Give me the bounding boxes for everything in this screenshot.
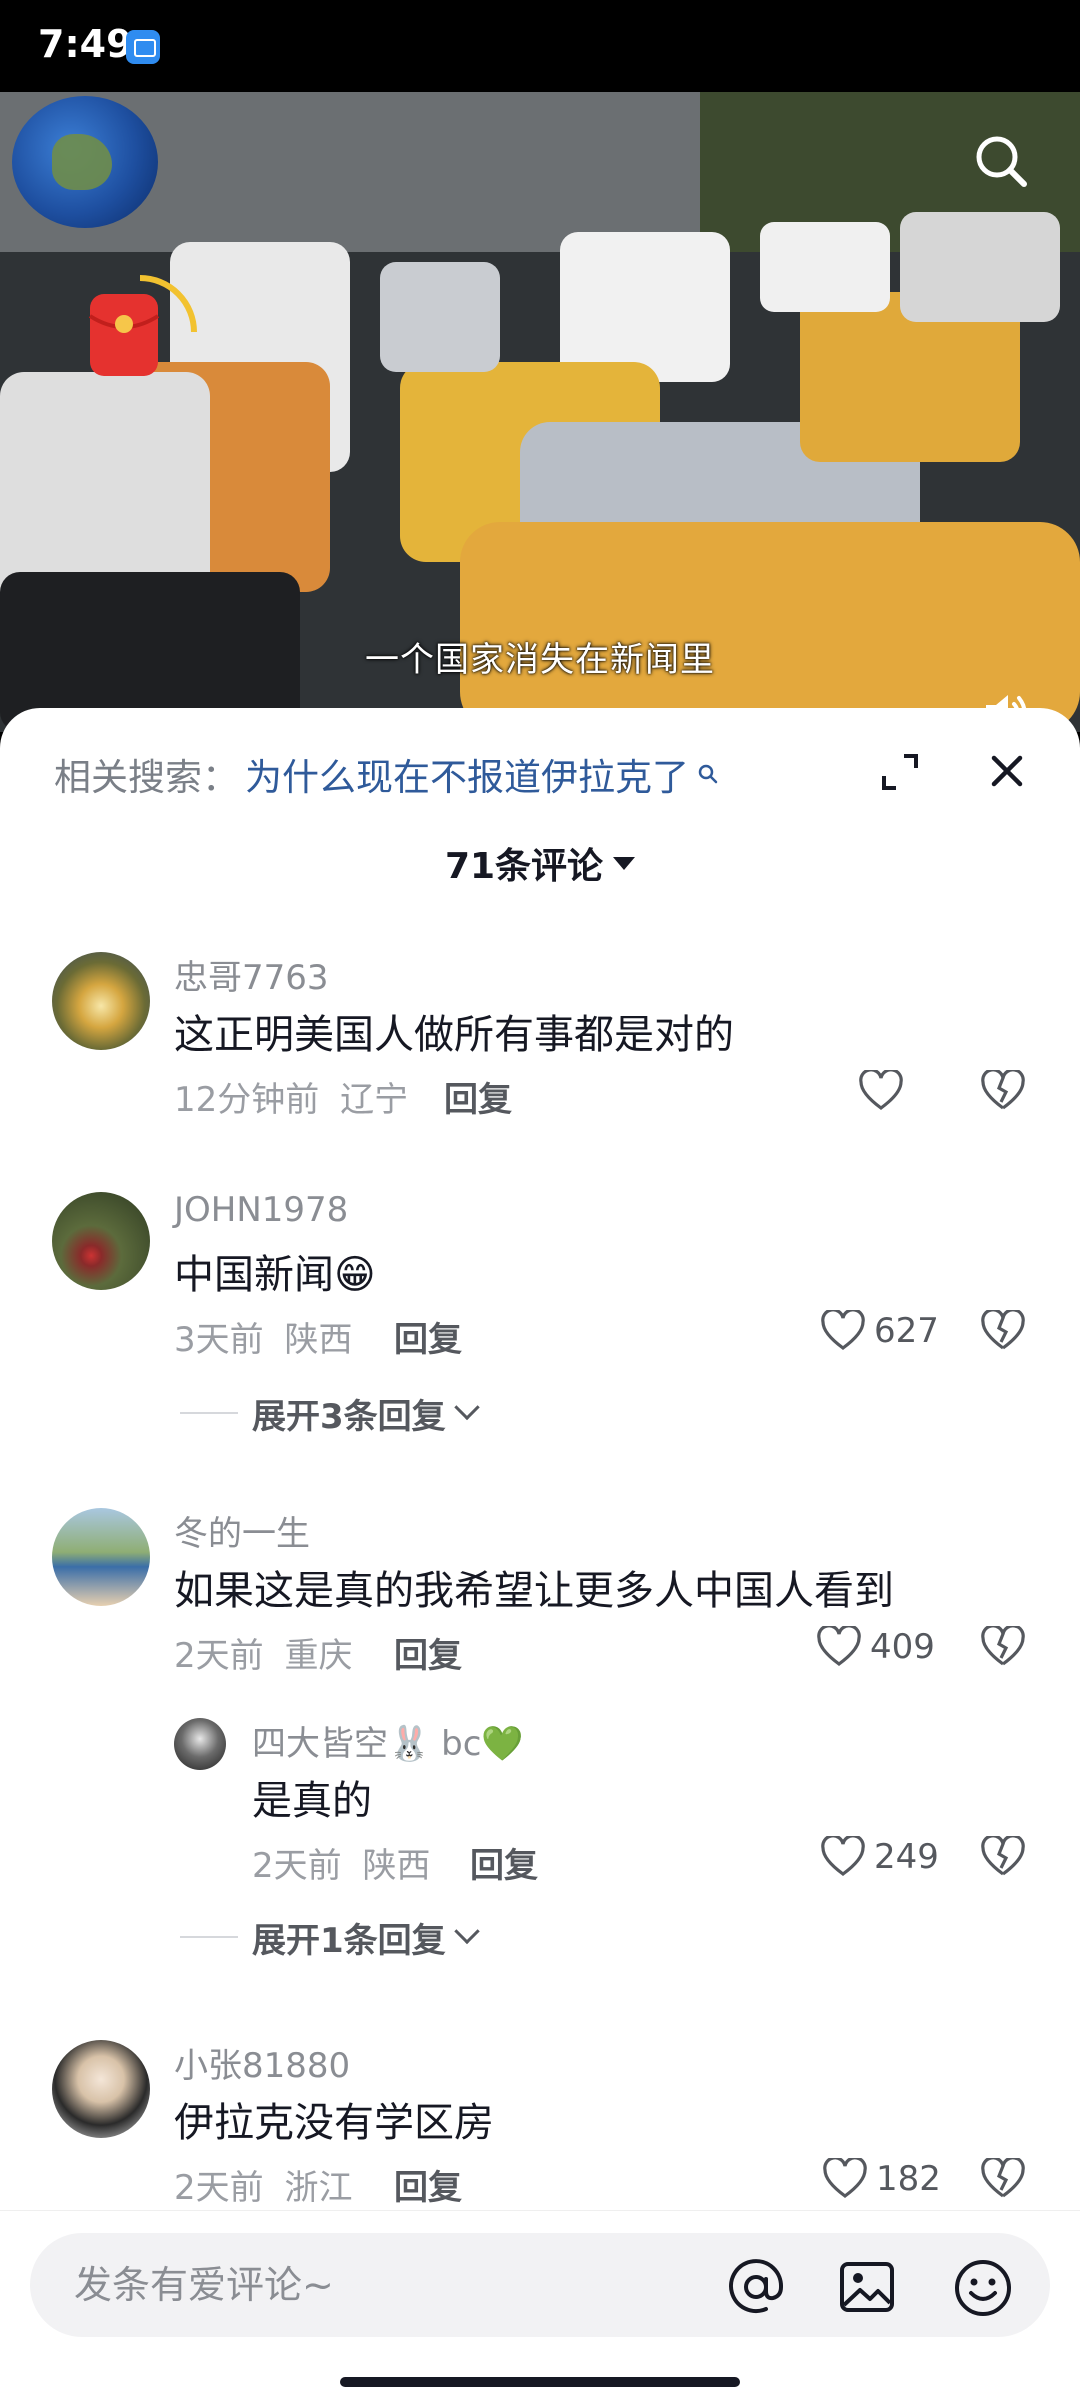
divider (180, 1936, 238, 1938)
red-packet-icon[interactable] (80, 272, 200, 392)
comment-meta: 12分钟前 辽宁 (174, 1072, 408, 1121)
at-mention-icon[interactable] (726, 2259, 786, 2315)
reply-button[interactable]: 回复 (394, 2160, 462, 2209)
comment-username[interactable]: JOHN1978 (174, 1190, 348, 1230)
reply-username[interactable]: 四大皆空🐰 bc💚 (252, 1716, 524, 1765)
heart-icon (823, 2158, 867, 2198)
like-count: 627 (874, 1311, 939, 1351)
reply-content[interactable]: 是真的 (252, 1768, 372, 1826)
like-button[interactable]: 409 (816, 1622, 935, 1672)
expand-replies-label: 展开3条回复 (252, 1396, 446, 1437)
comment-time: 3天前 (174, 1320, 264, 1360)
comment-location: 重庆 (284, 1636, 353, 1676)
comment-meta: 2天前 浙江 (174, 2160, 352, 2209)
heart-icon (817, 1626, 861, 1666)
expand-replies-button[interactable]: 展开1条回复 (180, 1912, 480, 1962)
video-player[interactable]: 一个国家消失在新闻里 (0, 92, 1080, 732)
status-bar: 7:49 (0, 0, 1080, 92)
comments-panel: 相关搜索： 为什么现在不报道伊拉克了 71条评论 忠哥7763 这正明美国人做所… (0, 708, 1080, 2400)
comment-input-bar (0, 2210, 1080, 2400)
expand-icon[interactable] (880, 752, 920, 792)
comment-input-container[interactable] (30, 2233, 1050, 2337)
chevron-down-icon (453, 1394, 480, 1421)
comment-content[interactable]: 如果这是真的我希望让更多人中国人看到 (174, 1558, 894, 1616)
comment-time: 2天前 (174, 2168, 264, 2208)
status-time: 7:49 (38, 22, 133, 66)
like-count: 249 (874, 1837, 939, 1877)
broken-heart-icon[interactable] (980, 1070, 1026, 1112)
broken-heart-icon[interactable] (980, 1836, 1026, 1878)
comment-meta: 3天前 陕西 (174, 1312, 352, 1361)
image-icon[interactable] (838, 2259, 896, 2315)
reply-meta: 2天前 陕西 (252, 1838, 430, 1887)
related-search-query[interactable]: 为什么现在不报道伊拉克了 (245, 747, 689, 801)
comment-meta: 2天前 重庆 (174, 1628, 352, 1677)
expand-replies-button[interactable]: 展开3条回复 (180, 1388, 480, 1438)
avatar[interactable] (52, 2040, 150, 2138)
close-icon[interactable] (988, 752, 1026, 790)
comment-username[interactable]: 冬的一生 (174, 1506, 310, 1555)
heart-icon (821, 1836, 865, 1876)
like-button[interactable]: 182 (822, 2154, 941, 2204)
search-icon (698, 764, 718, 784)
comment-time: 12分钟前 (174, 1080, 320, 1120)
comment-content[interactable]: 中国新闻😁 (174, 1242, 376, 1300)
reply-time: 2天前 (252, 1846, 342, 1886)
screen: 7:49 一个国家消失在新闻里 相关搜索： 为什么现在不报道伊拉克了 71条评论… (0, 0, 1080, 2400)
comment-count-selector[interactable]: 71条评论 (0, 833, 1080, 893)
avatar[interactable] (52, 1192, 150, 1290)
avatar[interactable] (52, 1508, 150, 1606)
expand-replies-label: 展开1条回复 (252, 1920, 446, 1961)
mi-app-icon (126, 30, 160, 64)
like-button[interactable] (858, 1066, 912, 1116)
like-button[interactable]: 249 (820, 1832, 939, 1882)
comment-content[interactable]: 伊拉克没有学区房 (174, 2090, 494, 2148)
comment-item: 冬的一生 如果这是真的我希望让更多人中国人看到 2天前 重庆 回复 409 四大… (0, 1504, 1080, 1964)
reply-button[interactable]: 回复 (394, 1312, 462, 1361)
related-search[interactable]: 相关搜索： 为什么现在不报道伊拉克了 (54, 744, 719, 804)
caret-down-icon (613, 856, 636, 870)
like-button[interactable]: 627 (820, 1306, 939, 1356)
heart-icon (821, 1310, 865, 1350)
comment-item: 小张81880 伊拉克没有学区房 2天前 浙江 回复 182 (0, 2036, 1080, 2216)
broken-heart-icon[interactable] (980, 1626, 1026, 1668)
comment-location: 陕西 (284, 1320, 353, 1360)
broken-heart-icon[interactable] (980, 2158, 1026, 2200)
globe-logo-icon (12, 96, 158, 228)
comment-time: 2天前 (174, 1636, 264, 1676)
chevron-down-icon (453, 1918, 480, 1945)
video-caption: 一个国家消失在新闻里 (365, 640, 715, 680)
comment-input[interactable] (74, 2257, 674, 2313)
comment-count: 71条评论 (444, 846, 604, 887)
comment-content[interactable]: 这正明美国人做所有事都是对的 (174, 1002, 734, 1060)
comment-username[interactable]: 小张81880 (174, 2038, 350, 2087)
like-count: 409 (870, 1627, 935, 1667)
related-search-label: 相关搜索： (54, 756, 239, 799)
reply-button[interactable]: 回复 (470, 1838, 538, 1887)
home-indicator[interactable] (340, 2377, 740, 2387)
reply-button[interactable]: 回复 (394, 1628, 462, 1677)
emoji-icon[interactable] (952, 2257, 1014, 2319)
comment-location: 辽宁 (340, 1080, 409, 1120)
divider (180, 1412, 238, 1414)
comment-item: JOHN1978 中国新闻😁 3天前 陕西 回复 627 展开3条回复 (0, 1188, 1080, 1448)
reply-button[interactable]: 回复 (444, 1072, 512, 1121)
avatar[interactable] (52, 952, 150, 1050)
avatar[interactable] (174, 1718, 226, 1770)
search-icon[interactable] (972, 132, 1030, 190)
comment-item: 忠哥7763 这正明美国人做所有事都是对的 12分钟前 辽宁 回复 (0, 948, 1080, 1148)
like-count: 182 (876, 2159, 941, 2199)
broken-heart-icon[interactable] (980, 1310, 1026, 1352)
comment-username[interactable]: 忠哥7763 (174, 950, 329, 999)
reply-location: 陕西 (362, 1846, 431, 1886)
heart-icon (859, 1070, 903, 1110)
comment-location: 浙江 (284, 2168, 353, 2208)
